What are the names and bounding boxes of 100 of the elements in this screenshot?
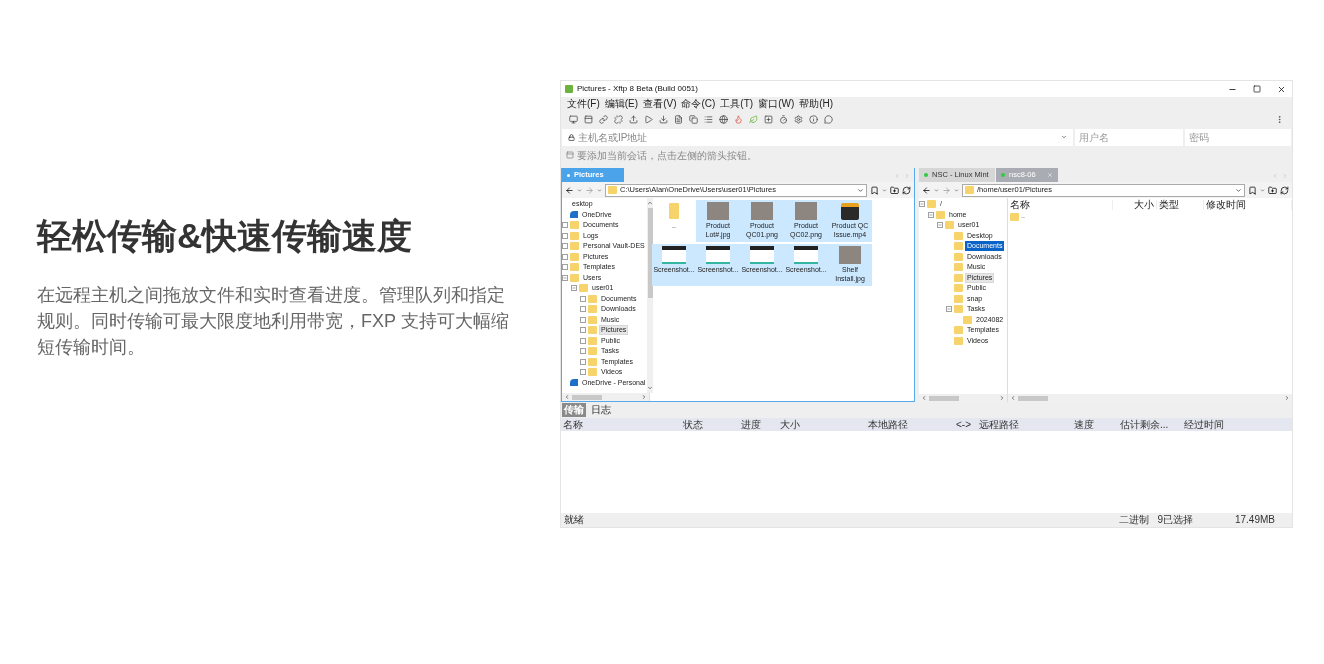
monitor-icon[interactable] [569,114,578,124]
back-icon[interactable] [922,185,931,195]
scroll-up-icon[interactable] [647,200,654,206]
forward-icon[interactable] [942,185,951,195]
dropdown-icon[interactable] [1235,186,1242,194]
refresh-icon[interactable] [1280,185,1289,195]
new-folder-icon[interactable] [890,185,899,195]
menu-item[interactable]: 帮助(H) [799,99,834,109]
scroll-left-icon[interactable] [921,395,927,401]
column-header[interactable]: 进度 [739,419,778,430]
bookmark-icon[interactable] [1248,185,1257,195]
menu-item[interactable]: 文件(F) [567,99,600,109]
collapse-toggle[interactable] [562,274,568,281]
menu-item[interactable]: 工具(T) [720,99,754,109]
caret-icon[interactable] [597,187,602,193]
back-icon[interactable] [565,185,574,195]
column-header[interactable]: 类型 [1157,199,1204,210]
copy-icon[interactable] [689,114,698,124]
column-header[interactable]: 速度 [1072,419,1118,430]
document-icon[interactable] [674,114,683,124]
column-header[interactable]: 估计剩余... [1118,419,1182,430]
column-header[interactable]: 名称 [561,419,681,430]
expand-toggle[interactable] [580,348,586,355]
scrollbar-thumb[interactable] [572,394,602,400]
column-header[interactable]: 状态 [681,419,739,430]
flame-icon[interactable] [734,114,743,124]
column-header[interactable]: 经过时间 [1182,419,1232,430]
collapse-toggle[interactable] [919,201,925,208]
expand-toggle[interactable] [562,222,568,229]
dropdown-icon[interactable] [1061,134,1067,140]
username-field[interactable]: 用户名 [1075,129,1183,146]
leaf-icon[interactable] [749,114,758,124]
settings-icon[interactable] [794,114,803,124]
forward-icon[interactable] [585,185,594,195]
column-header[interactable]: 大小 [1113,199,1157,210]
menu-item[interactable]: 编辑(E) [604,99,639,109]
download-icon[interactable] [659,114,668,124]
column-header[interactable]: <-> [954,419,977,430]
globe-icon[interactable] [719,114,728,124]
expand-toggle[interactable] [580,337,586,344]
caret-icon[interactable] [882,187,887,193]
scroll-right-icon[interactable] [1284,395,1290,401]
unlink-icon[interactable] [614,114,623,124]
play-icon[interactable] [644,114,653,124]
caret-icon[interactable] [954,187,959,193]
scroll-right-icon[interactable] [999,395,1005,401]
expand-toggle[interactable] [562,232,568,239]
upload-icon[interactable] [629,114,638,124]
menu-item[interactable]: 查看(V) [643,99,677,109]
caret-icon[interactable] [577,187,582,193]
password-field[interactable]: 密码 [1185,129,1291,146]
plus-square-icon[interactable] [764,114,773,124]
expand-toggle[interactable] [580,295,586,302]
more-icon[interactable] [1275,114,1284,124]
host-field[interactable]: 主机名或IP地址 [562,129,1073,146]
menu-item[interactable]: 窗口(W) [758,99,795,109]
collapse-toggle[interactable] [937,222,943,229]
expand-toggle[interactable] [562,264,568,271]
caret-icon[interactable] [1260,187,1265,193]
scroll-left-icon[interactable] [564,394,570,400]
column-header[interactable]: 本地路径 [866,419,954,430]
maximize-icon[interactable] [1253,85,1261,93]
chat-icon[interactable] [824,114,833,124]
scrollbar-thumb[interactable] [647,208,653,298]
close-icon[interactable] [1277,84,1286,94]
expand-toggle[interactable] [580,316,586,323]
collapse-toggle[interactable] [571,285,577,292]
horizontal-scrollbar[interactable] [562,393,649,401]
scroll-left-icon[interactable] [1010,395,1016,401]
new-folder-icon[interactable] [1268,185,1277,195]
menu-item[interactable]: 命令(C) [681,99,716,109]
timer-icon[interactable] [779,114,788,124]
refresh-icon[interactable] [902,185,911,195]
expand-toggle[interactable] [562,253,568,260]
collapse-toggle[interactable] [928,211,934,218]
column-header[interactable]: 修改时间 [1204,199,1292,210]
vertical-scrollbar[interactable] [647,198,654,393]
bookmark-icon[interactable] [870,185,879,195]
caret-icon[interactable] [934,187,939,193]
window-icon[interactable] [584,114,593,124]
expand-toggle[interactable] [580,358,586,365]
expand-toggle[interactable] [580,327,586,334]
horizontal-scrollbar[interactable] [1008,394,1292,402]
expand-toggle[interactable] [562,243,568,250]
scrollbar-thumb[interactable] [1018,395,1048,401]
scrollbar-thumb[interactable] [929,395,959,401]
dropdown-icon[interactable] [857,186,864,194]
link-icon[interactable] [599,114,608,124]
scroll-right-icon[interactable] [641,394,647,400]
panel-tab[interactable]: 日志 [589,403,613,417]
list-icon[interactable] [704,114,713,124]
scroll-down-icon[interactable] [647,385,654,391]
close-tab-icon[interactable] [1047,172,1053,178]
column-header[interactable]: 大小 [778,419,866,430]
column-header[interactable]: 名称 [1008,199,1113,210]
column-header[interactable]: 远程路径 [977,419,1072,430]
collapse-toggle[interactable] [946,306,952,313]
expand-toggle[interactable] [580,369,586,376]
expand-toggle[interactable] [580,306,586,313]
help-icon[interactable] [809,114,818,124]
